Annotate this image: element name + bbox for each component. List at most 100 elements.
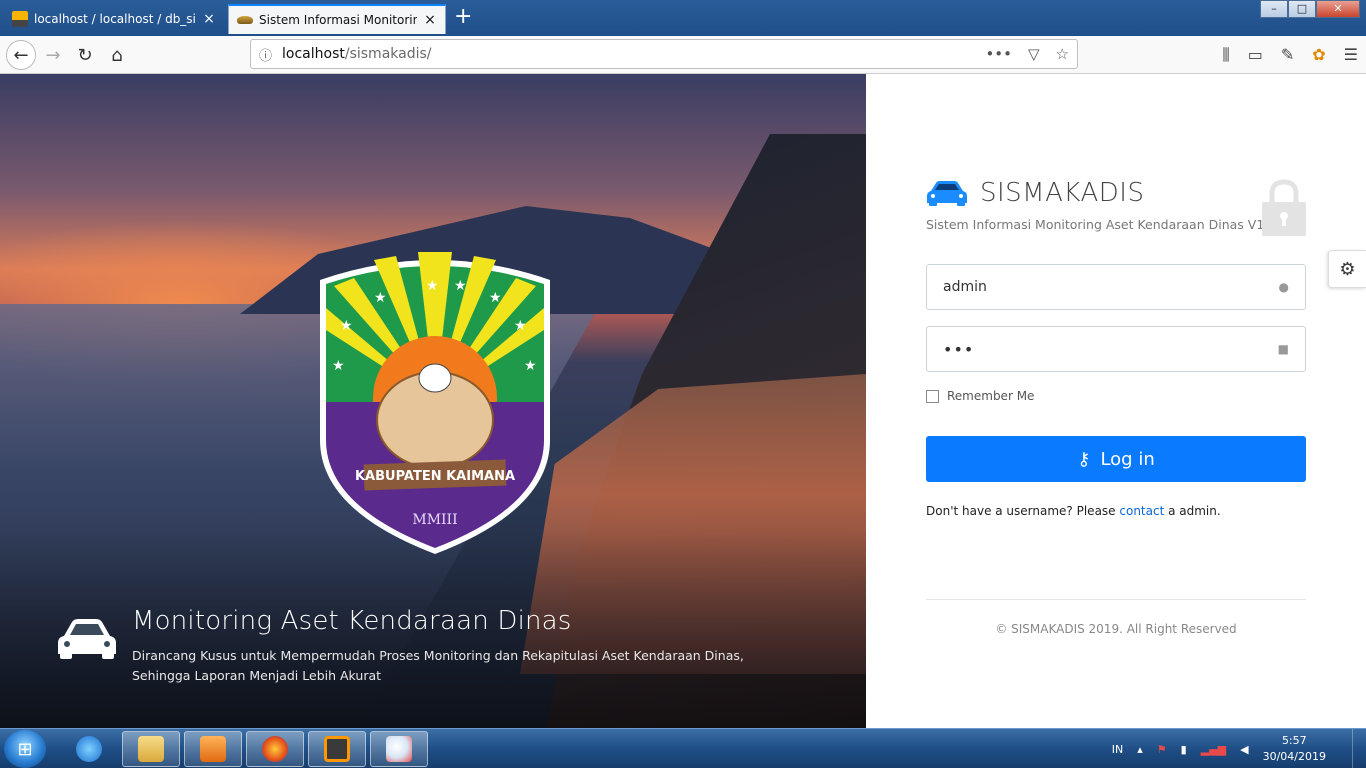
crest-year: MMIII xyxy=(412,512,457,528)
new-tab-button[interactable]: + xyxy=(454,6,472,28)
menu-icon[interactable]: ☰ xyxy=(1344,45,1358,65)
contact-link[interactable]: contact xyxy=(1119,504,1164,518)
taskbar-firefox[interactable] xyxy=(246,731,304,767)
key-icon: ⚷ xyxy=(1077,448,1091,470)
copyright-footer: © SISMAKADIS 2019. All Right Reserved xyxy=(995,622,1237,636)
eyedropper-icon[interactable]: ✎ xyxy=(1281,45,1294,65)
network-icon[interactable]: ▂▄▆ xyxy=(1201,743,1226,756)
app-name: SISMAKADIS xyxy=(980,178,1145,208)
divider xyxy=(926,599,1306,600)
page-actions-icon[interactable]: ••• xyxy=(985,45,1012,63)
svg-text:★: ★ xyxy=(426,278,439,294)
windows-logo-icon: ⊞ xyxy=(17,738,33,760)
remember-checkbox[interactable] xyxy=(926,389,939,403)
svg-text:★: ★ xyxy=(374,290,387,306)
tab-phpmyadmin[interactable]: localhost / localhost / db_sisma × xyxy=(4,4,224,34)
tab-title: localhost / localhost / db_sisma xyxy=(34,12,196,26)
volume-icon[interactable]: ◀ xyxy=(1240,743,1248,756)
clock-date: 30/04/2019 xyxy=(1262,750,1326,763)
settings-button[interactable]: ⚙ xyxy=(1328,250,1366,288)
username-value: admin xyxy=(943,279,987,295)
sidebar-icon[interactable]: ▭ xyxy=(1248,45,1263,65)
forward-button[interactable]: → xyxy=(38,40,68,70)
internet-explorer-icon xyxy=(76,736,102,762)
gear-icon: ⚙ xyxy=(1339,258,1356,280)
windows-taskbar: ⊞ IN ▴ ⚑ ▮ ▂▄▆ ◀ 5:57 30/04/2019 xyxy=(0,728,1366,769)
username-input[interactable]: admin ● xyxy=(926,264,1306,310)
close-icon[interactable]: × xyxy=(202,11,216,27)
power-icon[interactable]: ▮ xyxy=(1181,743,1187,756)
folder-icon xyxy=(138,736,164,762)
paint-icon xyxy=(386,736,412,762)
remember-label: Remember Me xyxy=(947,389,1035,403)
svg-text:★: ★ xyxy=(514,318,527,334)
password-input[interactable]: ••• ■ xyxy=(926,326,1306,372)
password-value: ••• xyxy=(943,339,975,359)
svg-text:★: ★ xyxy=(340,318,353,334)
taskbar-paint[interactable] xyxy=(370,731,428,767)
url-bar[interactable]: ⓘ localhost/sismakadis/ ••• ▽ ☆ xyxy=(250,39,1078,69)
car-icon xyxy=(58,619,116,659)
url-path: /sismakadis/ xyxy=(344,46,432,62)
taskbar-media-player[interactable] xyxy=(184,731,242,767)
reload-button[interactable]: ↻ xyxy=(70,40,100,70)
help-text: Don't have a username? Please contact a … xyxy=(926,504,1221,518)
tray-expand-icon[interactable]: ▴ xyxy=(1137,743,1143,756)
svg-text:★: ★ xyxy=(489,290,502,306)
system-tray: IN ▴ ⚑ ▮ ▂▄▆ ◀ 5:57 30/04/2019 xyxy=(1112,729,1326,769)
start-button[interactable]: ⊞ xyxy=(4,730,46,768)
flag-icon[interactable]: ⚑ xyxy=(1157,743,1167,756)
phpmyadmin-icon xyxy=(12,11,28,27)
toolbar-icons: ⫼ ▭ ✎ ✿ ☰ xyxy=(1222,45,1358,65)
car-icon xyxy=(927,181,967,206)
hero-title: Monitoring Aset Kendaraan Dinas xyxy=(132,606,572,636)
tab-sismakadis[interactable]: Sistem Informasi Monitoring A × xyxy=(228,4,446,34)
hero-background: ★ ★ ★ ★ ★ ★ ★ ★ KABUPATEN KAIMANA MMIII Moni… xyxy=(0,74,866,728)
taskbar-explorer[interactable] xyxy=(122,731,180,767)
taskbar-ie[interactable] xyxy=(60,731,118,767)
bookmark-star-icon[interactable]: ☆ xyxy=(1056,45,1069,63)
taskbar-sublime[interactable] xyxy=(308,731,366,767)
login-panel: SISMAKADIS Sistem Informasi Monitoring A… xyxy=(866,74,1366,728)
user-icon: ● xyxy=(1278,280,1289,294)
home-icon: ⌂ xyxy=(111,44,123,66)
window-controls: – □ ✕ xyxy=(1260,0,1360,18)
help-prefix: Don't have a username? Please xyxy=(926,504,1120,518)
maximize-button[interactable]: □ xyxy=(1288,0,1316,18)
app-subtitle: Sistem Informasi Monitoring Aset Kendara… xyxy=(926,217,1277,232)
home-button[interactable]: ⌂ xyxy=(102,40,132,70)
pocket-icon[interactable]: ▽ xyxy=(1028,45,1040,63)
kaimana-crest-logo: ★ ★ ★ ★ ★ ★ ★ ★ KABUPATEN KAIMANA MMIII xyxy=(320,252,550,554)
page-content: ★ ★ ★ ★ ★ ★ ★ ★ KABUPATEN KAIMANA MMIII Moni… xyxy=(0,74,1366,728)
help-suffix: a admin. xyxy=(1164,504,1221,518)
lock-small-icon: ■ xyxy=(1277,342,1289,356)
car-favicon-icon xyxy=(237,16,253,24)
hero-description: Dirancang Kusus untuk Mempermudah Proses… xyxy=(132,648,744,683)
close-window-button[interactable]: ✕ xyxy=(1316,0,1360,18)
show-desktop-button[interactable] xyxy=(1352,729,1366,769)
url-host: localhost xyxy=(282,46,345,62)
svg-text:★: ★ xyxy=(454,278,467,294)
reload-icon: ↻ xyxy=(77,44,93,66)
arrow-left-icon: ← xyxy=(13,44,29,66)
browser-nav-bar: ← → ↻ ⌂ ⓘ localhost/sismakadis/ ••• ▽ ☆ … xyxy=(0,36,1366,74)
hero-caption: Monitoring Aset Kendaraan Dinas Dirancan… xyxy=(56,606,772,686)
remember-me[interactable]: Remember Me xyxy=(926,389,1034,403)
sublime-text-icon xyxy=(324,736,350,762)
crest-ribbon-text: KABUPATEN KAIMANA xyxy=(355,469,515,484)
close-icon[interactable]: × xyxy=(423,12,437,28)
language-indicator[interactable]: IN xyxy=(1112,743,1123,756)
login-button[interactable]: ⚷ Log in xyxy=(926,436,1306,482)
login-button-label: Log in xyxy=(1100,448,1155,470)
info-icon[interactable]: ⓘ xyxy=(259,45,272,64)
back-button[interactable]: ← xyxy=(6,40,36,70)
lock-icon xyxy=(1262,179,1306,236)
arrow-right-icon: → xyxy=(45,44,61,66)
library-icon[interactable]: ⫼ xyxy=(1222,45,1229,65)
minimize-button[interactable]: – xyxy=(1260,0,1288,18)
svg-text:★: ★ xyxy=(524,358,537,374)
svg-text:★: ★ xyxy=(332,358,345,374)
extension-icon[interactable]: ✿ xyxy=(1312,45,1325,65)
clock[interactable]: 5:57 30/04/2019 xyxy=(1263,733,1326,765)
browser-tab-bar: localhost / localhost / db_sisma × Siste… xyxy=(0,0,1366,36)
